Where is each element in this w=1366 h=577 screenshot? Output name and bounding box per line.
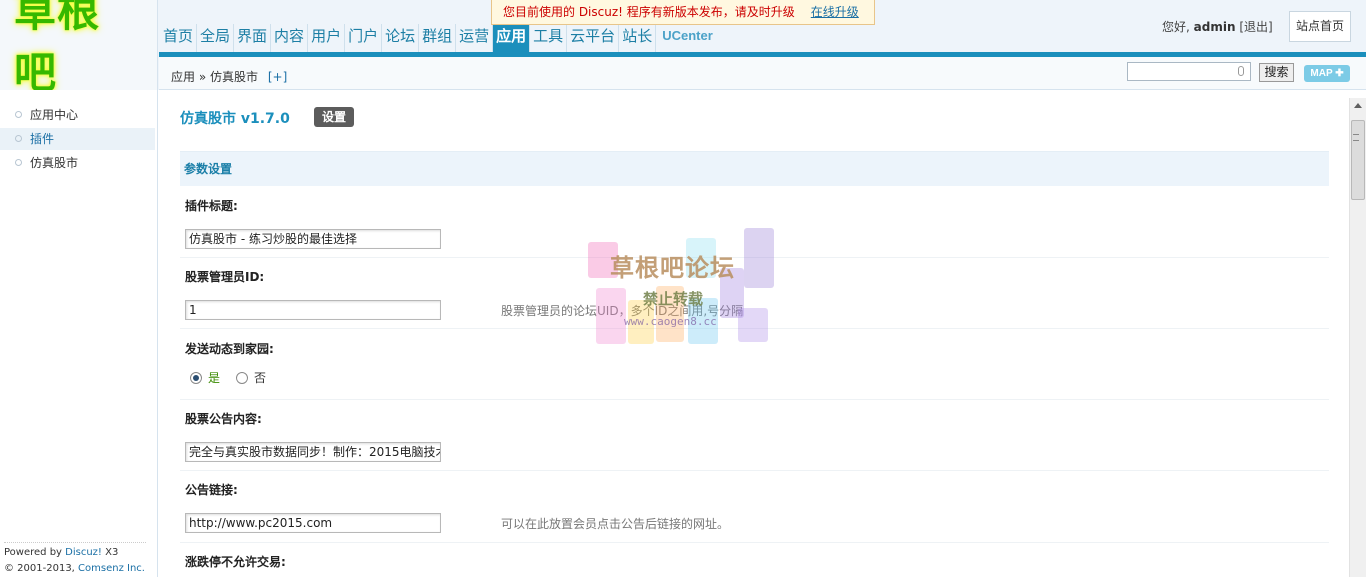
nav-webmaster[interactable]: 站长 — [619, 24, 657, 52]
site-logo[interactable]: 草根吧 — [14, 0, 134, 97]
breadcrumb-current: 仿真股市 — [210, 70, 259, 84]
row-divider — [180, 257, 1329, 258]
nav-ucenter[interactable]: UCenter — [656, 24, 716, 52]
username: admin — [1193, 20, 1236, 34]
row-divider — [180, 542, 1329, 543]
sub-bar: 应用 » 仿真股市 [+] 搜索 MAP ✚ — [159, 57, 1366, 90]
circle-bullet-icon — [15, 159, 22, 166]
search-button[interactable]: 搜索 — [1259, 63, 1294, 82]
comsenz-link[interactable]: Comsenz Inc. — [78, 563, 145, 574]
nav-operations[interactable]: 运营 — [456, 24, 494, 52]
section-title: 参数设置 — [180, 151, 1329, 186]
user-area: 您好, admin [退出] — [1162, 18, 1273, 35]
field-label-link: 公告链接: — [185, 483, 238, 497]
nav-tools[interactable]: 工具 — [530, 24, 568, 52]
admin-header: 草根吧 首页 全局 界面 内容 用户 门户 论坛 群组 运营 应用 工具 云平台… — [0, 0, 1366, 97]
scroll-up-arrow-icon[interactable] — [1354, 103, 1362, 108]
discuz-link[interactable]: Discuz! — [65, 547, 102, 558]
sidebar-item-label: 插件 — [30, 132, 55, 146]
sidebar: 应用中心 插件 仿真股市 Powered by Discuz! X3 © 200… — [0, 90, 158, 577]
radio-no-label[interactable]: 否 — [254, 369, 266, 386]
sidebar-item-label: 仿真股市 — [30, 156, 79, 170]
logo-area: 草根吧 — [0, 0, 158, 97]
logout-link[interactable]: [退出] — [1239, 20, 1272, 34]
settings-button[interactable]: 设置 — [314, 107, 354, 127]
copyright-prefix: © 2001-2013, — [4, 563, 79, 574]
site-home-button[interactable]: 站点首页 — [1289, 11, 1351, 42]
main-content: 仿真股市 v1.7.0 设置 参数设置 插件标题: 仿真股市 - 练习炒股的最佳… — [159, 91, 1349, 577]
field-label-feed: 发送动态到家园: — [185, 342, 274, 356]
breadcrumb: 应用 » 仿真股市 [+] — [171, 68, 287, 85]
nav-users[interactable]: 用户 — [308, 24, 346, 52]
upgrade-notice-text: 您目前使用的 Discuz! 程序有新版本发布，请及时升级 — [503, 5, 795, 19]
nav-global[interactable]: 全局 — [197, 24, 235, 52]
plugin-title: 仿真股市 v1.7.0 — [180, 111, 290, 127]
sidebar-item-app-center[interactable]: 应用中心 — [0, 104, 155, 126]
field-label-announcement: 股票公告内容: — [185, 412, 262, 426]
nav-cloud[interactable]: 云平台 — [567, 24, 620, 52]
field-label-limit: 涨跌停不允许交易: — [185, 555, 286, 569]
nav-apps[interactable]: 应用 — [493, 24, 531, 52]
search-input[interactable] — [1127, 62, 1251, 81]
feed-radio-group: 是 否 — [190, 369, 266, 386]
add-shortcut-link[interactable]: [+] — [268, 70, 287, 84]
field-label-title: 插件标题: — [185, 199, 238, 213]
nav-content[interactable]: 内容 — [271, 24, 309, 52]
powered-version: X3 — [101, 547, 119, 558]
radio-yes[interactable] — [190, 371, 202, 384]
nav-interface[interactable]: 界面 — [234, 24, 272, 52]
breadcrumb-separator: » — [198, 70, 207, 84]
nav-groups[interactable]: 群组 — [419, 24, 457, 52]
powered-prefix: Powered by — [4, 547, 66, 558]
scrollbar-grip-icon — [1353, 134, 1359, 141]
admin-id-hint: 股票管理员的论坛UID，多个ID之间用,号分隔 — [501, 304, 744, 318]
plugin-title-input[interactable]: 仿真股市 - 练习炒股的最佳选择 — [185, 229, 441, 249]
breadcrumb-root[interactable]: 应用 — [171, 70, 195, 84]
top-navigation: 首页 全局 界面 内容 用户 门户 论坛 群组 运营 应用 工具 云平台 站长 … — [160, 24, 716, 52]
sidebar-item-label: 应用中心 — [30, 108, 79, 122]
field-label-admin-id: 股票管理员ID: — [185, 270, 265, 284]
row-divider — [180, 470, 1329, 471]
row-divider — [180, 328, 1329, 329]
circle-bullet-icon — [15, 135, 22, 142]
nav-forum[interactable]: 论坛 — [382, 24, 420, 52]
announcement-input[interactable]: 完全与真实股市数据同步！制作：2015电脑技术 — [185, 442, 441, 462]
admin-map-button[interactable]: MAP ✚ — [1304, 65, 1350, 82]
powered-by: Powered by Discuz! X3 © 2001-2013, Comse… — [4, 542, 146, 577]
vertical-scrollbar[interactable] — [1349, 98, 1366, 577]
greeting: 您好, — [1162, 20, 1190, 34]
radio-no[interactable] — [236, 371, 249, 384]
row-divider — [180, 399, 1329, 400]
microphone-icon[interactable] — [1238, 66, 1244, 76]
upgrade-notice: 您目前使用的 Discuz! 程序有新版本发布，请及时升级 在线升级 — [491, 0, 875, 25]
announcement-link-hint: 可以在此放置会员点击公告后链接的网址。 — [501, 517, 730, 531]
sidebar-item-stock-sim[interactable]: 仿真股市 — [0, 152, 155, 174]
sidebar-item-plugins[interactable]: 插件 — [0, 128, 155, 150]
circle-bullet-icon — [15, 111, 22, 118]
upgrade-link[interactable]: 在线升级 — [811, 5, 859, 19]
scrollbar-thumb[interactable] — [1351, 120, 1365, 200]
announcement-link-input[interactable]: http://www.pc2015.com — [185, 513, 441, 533]
radio-yes-label[interactable]: 是 — [208, 369, 220, 386]
nav-portal[interactable]: 门户 — [345, 24, 383, 52]
nav-home[interactable]: 首页 — [160, 24, 198, 52]
admin-id-input[interactable]: 1 — [185, 300, 441, 320]
